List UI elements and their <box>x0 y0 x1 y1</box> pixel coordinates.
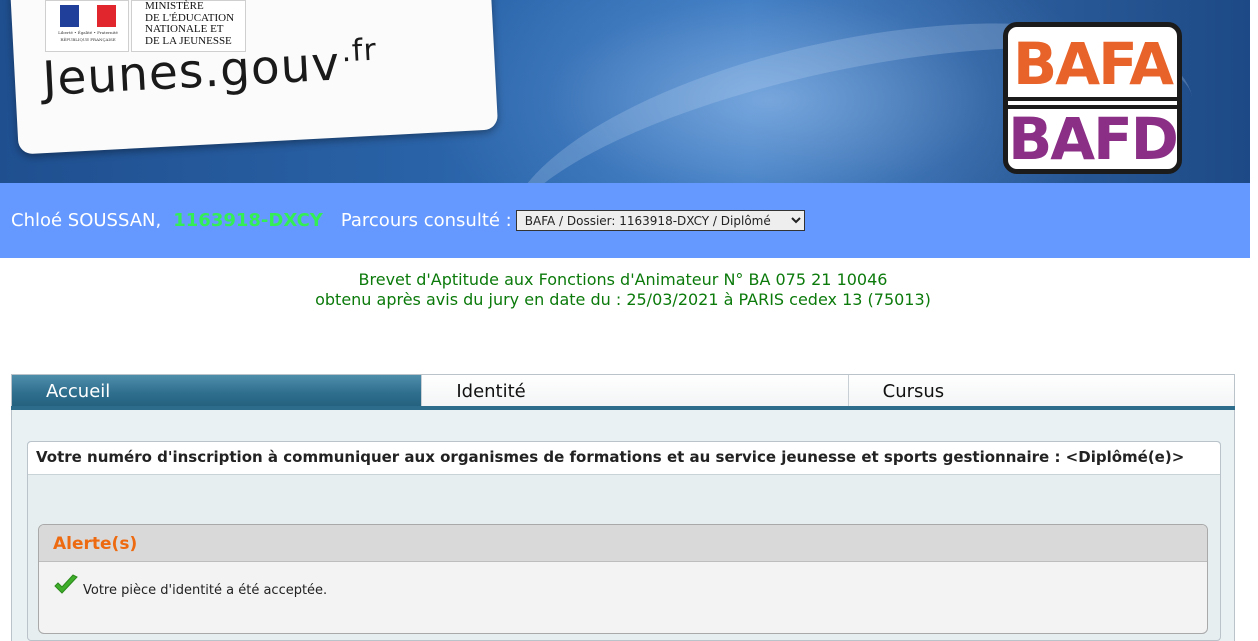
diploma-info: Brevet d'Aptitude aux Fonctions d'Animat… <box>0 270 1246 310</box>
user-id: 1163918-DXCY <box>173 210 323 231</box>
alerts-title: Alerte(s) <box>39 525 1207 562</box>
alert-item: Votre pièce d'identité a été acceptée. <box>39 562 1207 622</box>
diploma-line-2: obtenu après avis du jury en date du : 2… <box>315 290 931 309</box>
tab-cursus[interactable]: Cursus <box>848 375 1234 408</box>
republic-motto: Liberté • Égalité • Fraternité <box>58 30 118 35</box>
header-banner: Liberté • Égalité • Fraternité RÉPUBLIQU… <box>0 0 1250 183</box>
bafa-logo-text: BAFA <box>1013 30 1174 98</box>
tab-content-accueil: Votre numéro d'inscription à communiquer… <box>11 410 1235 641</box>
bafa-bafd-logo[interactable]: BAFA BAFD <box>1003 22 1182 174</box>
republique-francaise-logo: Liberté • Égalité • Fraternité RÉPUBLIQU… <box>45 0 129 52</box>
republic-caption: Liberté • Égalité • Fraternité RÉPUBLIQU… <box>50 29 126 43</box>
tab-identite[interactable]: Identité <box>422 375 849 408</box>
registration-header: Votre numéro d'inscription à communiquer… <box>28 442 1220 475</box>
diploma-line-1: Brevet d'Aptitude aux Fonctions d'Animat… <box>358 270 888 289</box>
parcours-label: Parcours consulté : <box>340 210 512 231</box>
tab-bar: Accueil Identité Cursus <box>11 374 1235 408</box>
alerts-box: Alerte(s) Votre pièce d'identité a été a… <box>38 524 1208 634</box>
check-icon <box>54 574 78 594</box>
registration-panel: Votre numéro d'inscription à communiquer… <box>27 441 1221 641</box>
marianne-flag-icon <box>60 5 117 27</box>
tab-accueil[interactable]: Accueil <box>12 375 423 408</box>
user-bar: Chloé SOUSSAN, 1163918-DXCY Parcours con… <box>0 183 1250 258</box>
alert-text: Votre pièce d'identité a été acceptée. <box>83 583 328 598</box>
bafd-logo-text: BAFD <box>1008 105 1177 173</box>
parcours-select[interactable]: BAFA / Dossier: 1163918-DXCY / Diplômé <box>515 210 805 231</box>
republic-name: RÉPUBLIQUE FRANÇAISE <box>60 37 116 42</box>
user-name: Chloé SOUSSAN, <box>11 210 162 231</box>
site-tld: .fr <box>340 32 378 70</box>
